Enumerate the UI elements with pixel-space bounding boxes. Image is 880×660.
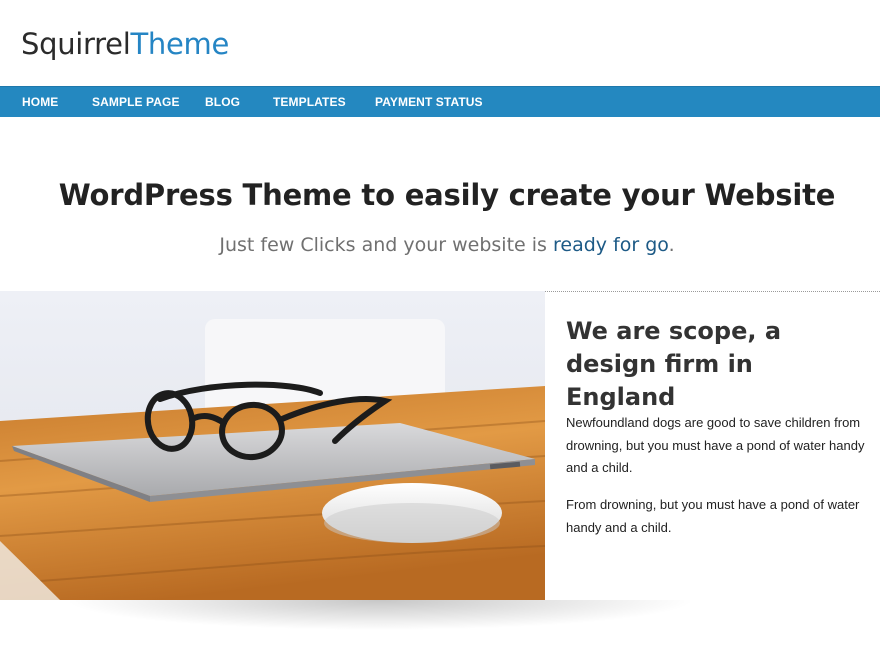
nav-item-home[interactable]: HOME xyxy=(22,87,58,117)
nav-item-blog[interactable]: BLOG xyxy=(205,87,240,117)
section-divider xyxy=(545,291,880,292)
hero-subtitle-end: . xyxy=(668,234,675,256)
about-paragraph-2: From drowning, but you must have a pond … xyxy=(566,497,860,535)
laptop-glasses-mouse-photo xyxy=(0,291,545,600)
hero-subtitle-text: Just few Clicks and your website is xyxy=(219,234,553,256)
nav-item-payment-status[interactable]: PAYMENT STATUS xyxy=(375,87,483,117)
hero-subtitle: Just few Clicks and your website is read… xyxy=(0,231,880,259)
nav-item-sample-page[interactable]: SAMPLE PAGE xyxy=(92,87,180,117)
site-logo[interactable]: SquirrelTheme xyxy=(21,26,229,62)
nav-item-templates[interactable]: TEMPLATES xyxy=(273,87,346,117)
logo-text-part2: Theme xyxy=(130,27,229,61)
logo-text-part1: Squirrel xyxy=(21,27,131,61)
hero-title: WordPress Theme to easily create your We… xyxy=(58,178,836,212)
main-nav: HOME SAMPLE PAGE BLOG TEMPLATES PAYMENT … xyxy=(0,86,880,117)
hero-subtitle-accent: ready for go xyxy=(552,234,669,256)
about-title: We are scope, a design firm in England xyxy=(566,317,782,411)
about-paragraph-1: Newfoundland dogs are good to save child… xyxy=(566,415,865,475)
site-header: SquirrelTheme xyxy=(0,0,880,86)
image-shadow xyxy=(0,600,760,640)
